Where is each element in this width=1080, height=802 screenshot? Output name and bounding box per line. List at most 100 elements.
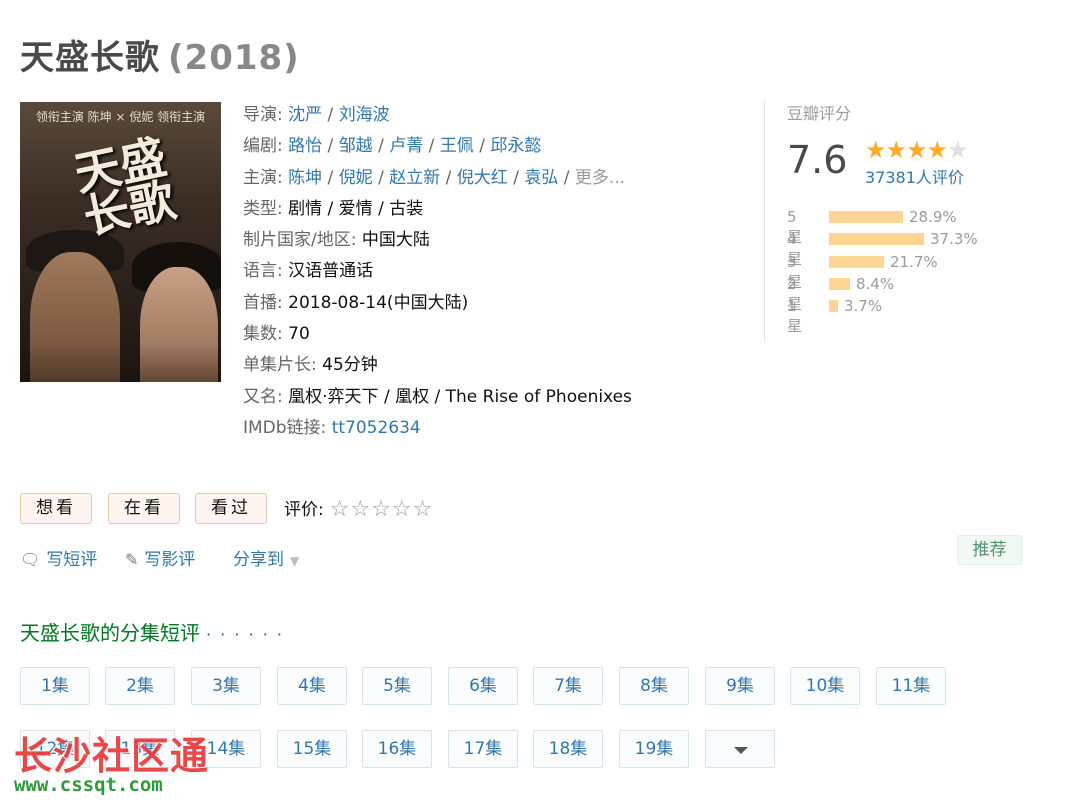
episode-button[interactable]: 16集: [362, 730, 432, 768]
episode-button[interactable]: 2集: [105, 667, 175, 705]
watermark: 长沙社区通 www.cssqt.com: [14, 725, 209, 796]
watched-button[interactable]: 看过: [195, 493, 267, 524]
poster-calligraphy: 天盛长歌: [69, 129, 181, 245]
cast-link[interactable]: 倪大红: [457, 168, 508, 188]
info-label: 集数:: [243, 324, 283, 345]
episode-button[interactable]: 5集: [362, 667, 432, 705]
episode-button[interactable]: 11集: [876, 667, 946, 705]
page-title: 天盛长歌 (2018): [20, 30, 300, 79]
dist-bar: [829, 300, 838, 313]
my-rating-label: 评价:: [284, 500, 324, 520]
writer-link[interactable]: 邱永懿: [490, 136, 541, 156]
director-link[interactable]: 沈严: [288, 105, 322, 125]
cast-link[interactable]: 赵立新: [389, 168, 440, 188]
write-review-link[interactable]: ✎ 写影评: [125, 545, 195, 570]
writer-link[interactable]: 王佩: [440, 136, 474, 156]
info-label: 又名:: [243, 386, 283, 407]
info-episodes: 集数: 70: [243, 319, 632, 350]
pencil-icon: ✎: [125, 550, 139, 569]
star-empty-icon: ★: [947, 136, 968, 164]
info-language: 语言: 汉语普通话: [243, 256, 632, 287]
writer-link[interactable]: 卢菁: [389, 136, 423, 156]
watermark-name: 长沙社区通: [14, 734, 210, 778]
dist-bar: [829, 233, 924, 246]
info-label: 制片国家/地区:: [243, 230, 357, 251]
poster-figure-female: [140, 267, 218, 382]
rating-stars-icon: ★★★★★: [865, 136, 969, 164]
poster-caption: 领衔主演 陈坤 × 倪妮 领衔主演: [35, 110, 206, 124]
poster-figure-male: [30, 252, 120, 382]
title-text: 天盛长歌: [20, 38, 160, 78]
episode-button[interactable]: 10集: [790, 667, 860, 705]
episode-button[interactable]: 19集: [619, 730, 689, 768]
cast-more-link[interactable]: 更多...: [575, 168, 625, 188]
info-label: 编剧:: [243, 136, 283, 157]
recommend-button[interactable]: 推荐: [957, 535, 1022, 565]
episode-button[interactable]: 9集: [705, 667, 775, 705]
language-value: 汉语普通话: [288, 261, 374, 282]
dist-percent: 37.3%: [930, 230, 978, 249]
info-premiere: 首播: 2018-08-14(中国大陆): [243, 288, 632, 319]
episode-reviews-heading: 天盛长歌的分集短评 · · · · · ·: [20, 617, 284, 646]
my-rating: 评价: ☆☆☆☆☆: [284, 495, 433, 522]
episodes-more-button[interactable]: [705, 730, 775, 768]
episode-button[interactable]: 8集: [619, 667, 689, 705]
poster-image[interactable]: 领衔主演 陈坤 × 倪妮 领衔主演 天盛长歌: [20, 102, 221, 382]
dist-bar: [829, 211, 903, 223]
dist-percent: 3.7%: [844, 297, 883, 316]
episode-button[interactable]: 4集: [277, 667, 347, 705]
dist-percent: 8.4%: [856, 274, 895, 293]
cast-link[interactable]: 陈坤: [288, 168, 322, 188]
episode-button[interactable]: 1集: [20, 667, 90, 705]
info-label: 主演:: [243, 167, 283, 188]
chevron-down-icon: [734, 747, 748, 754]
write-short-review-link[interactable]: 🗨︎ 写短评: [20, 545, 97, 570]
episode-button[interactable]: 18集: [533, 730, 603, 768]
writer-link[interactable]: 路怡: [288, 136, 322, 156]
info-runtime: 单集片长: 45分钟: [243, 350, 632, 381]
watching-button[interactable]: 在看: [108, 493, 180, 524]
info-directors: 导演: 沈严 / 刘海波: [243, 105, 390, 125]
dist-percent: 21.7%: [890, 252, 938, 271]
speech-bubble-icon: 🗨︎: [20, 550, 41, 569]
info-panel: 导演: 沈严 / 刘海波 编剧: 路怡 / 邹越 / 卢菁 / 王佩 / 邱永懿…: [243, 100, 632, 444]
dist-label: 1星: [787, 297, 803, 336]
genre-value: 剧情 / 爱情 / 古装: [288, 198, 424, 219]
imdb-link[interactable]: tt7052634: [332, 418, 421, 438]
info-label: 首播:: [243, 292, 283, 313]
country-value: 中国大陆: [361, 230, 430, 251]
rating-title: 豆瓣评分: [787, 104, 852, 123]
episode-reviews-title: 天盛长歌的分集短评: [20, 621, 200, 645]
runtime-value: 45分钟: [322, 355, 378, 376]
episode-button[interactable]: 3集: [191, 667, 261, 705]
share-label: 分享到: [233, 550, 284, 570]
info-label: IMDb链接:: [243, 417, 327, 438]
rating-score: 7.6: [787, 138, 848, 182]
short-review-label: 写短评: [46, 550, 98, 570]
want-to-watch-button[interactable]: 想看: [20, 493, 92, 524]
info-imdb: IMDb链接: tt7052634: [243, 413, 632, 444]
info-genre: 类型: 剧情 / 爱情 / 古装: [243, 194, 632, 225]
rating-count-link[interactable]: 37381人评价: [865, 164, 964, 188]
episode-button[interactable]: 7集: [533, 667, 603, 705]
cast-link[interactable]: 倪妮: [339, 168, 373, 188]
writer-link[interactable]: 邹越: [339, 136, 373, 156]
share-dropdown[interactable]: 分享到 ▼: [233, 545, 299, 570]
heading-dots: · · · · · ·: [206, 625, 284, 644]
info-label: 导演:: [243, 105, 283, 125]
episode-button[interactable]: 15集: [277, 730, 347, 768]
rate-star-icon[interactable]: ☆☆☆☆☆: [330, 497, 434, 522]
director-link[interactable]: 刘海波: [339, 105, 390, 125]
info-aka: 又名: 凰权·弈天下 / 凰权 / The Rise of Phoenixes: [243, 382, 632, 413]
episode-button[interactable]: 6集: [448, 667, 518, 705]
title-year: (2018): [168, 38, 300, 78]
caret-down-icon: ▼: [290, 554, 300, 568]
star-filled-icon: ★★★★: [865, 136, 948, 164]
cast-link[interactable]: 袁弘: [524, 168, 558, 188]
info-country: 制片国家/地区: 中国大陆: [243, 225, 632, 256]
info-cast: 主演: 陈坤 / 倪妮 / 赵立新 / 倪大红 / 袁弘 / 更多...: [243, 167, 626, 188]
premiere-value: 2018-08-14(中国大陆): [288, 292, 469, 313]
episode-button[interactable]: 17集: [448, 730, 518, 768]
rating-panel: 豆瓣评分 7.6 ★★★★★ 37381人评价 5星 28.9% 4星 37.3% …: [764, 100, 1014, 342]
info-label: 单集片长:: [243, 355, 317, 376]
